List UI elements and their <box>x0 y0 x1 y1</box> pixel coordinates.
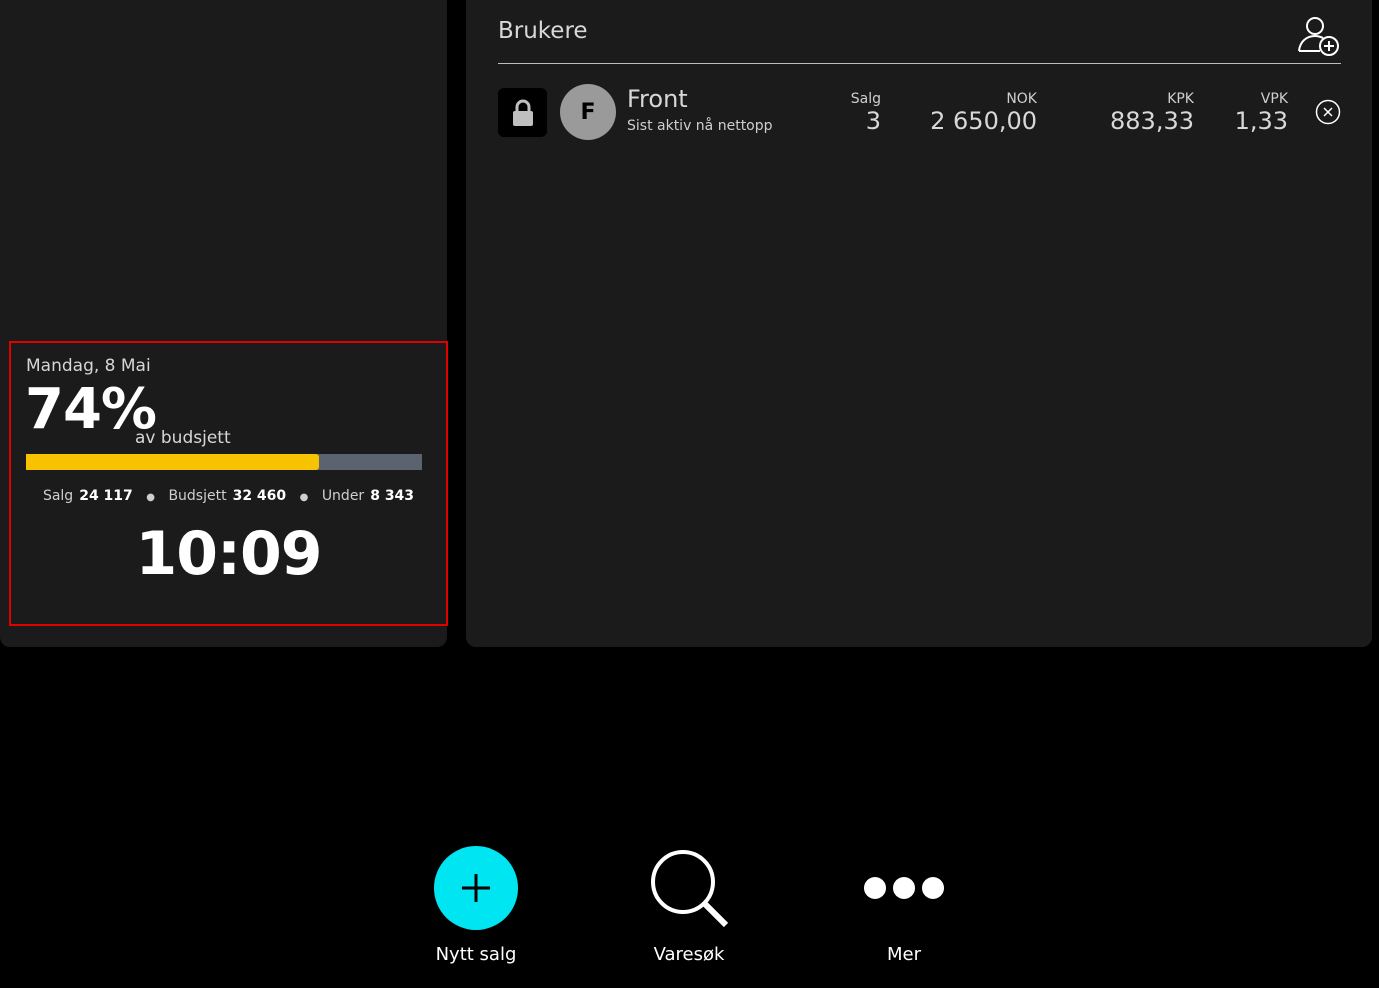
user-nok-value: 2 650,00 <box>930 107 1037 135</box>
add-user-icon <box>1298 17 1339 56</box>
sales-label: Salg <box>42 488 74 504</box>
user-vpk-column: VPK 1,33 <box>1218 91 1288 135</box>
user-vpk-label: VPK <box>1260 91 1288 107</box>
user-sales-column: Salg 3 <box>838 91 881 135</box>
new-sale-button[interactable]: Nytt salg <box>411 846 541 965</box>
budget-date: Mandag, 8 Mai <box>26 356 151 376</box>
users-panel: Brukere F Front Sist aktiv nå nettopp Sa… <box>466 0 1372 647</box>
user-nok-label: NOK <box>1006 91 1037 107</box>
budget-widget: Mandag, 8 Mai 74% av budsjett Salg 24 117… <box>9 341 448 626</box>
user-kpk-value: 883,33 <box>1110 107 1194 135</box>
user-sales-label: Salg <box>850 91 881 107</box>
user-name: Front <box>627 85 688 113</box>
user-nok-column: NOK 2 650,00 <box>918 91 1037 135</box>
add-user-button[interactable] <box>1296 14 1342 58</box>
budget-label: Budsjett <box>168 488 227 504</box>
user-kpk-label: KPK <box>1167 91 1194 107</box>
budget-stats: Salg 24 117 ● Budsjett 32 460 ● Under 8 343 <box>11 488 446 504</box>
budget-value: 32 460 <box>232 488 287 504</box>
sales-value: 24 117 <box>79 488 133 504</box>
under-value: 8 343 <box>370 488 415 504</box>
lock-icon <box>512 99 533 126</box>
lock-user-button[interactable] <box>498 88 547 137</box>
user-row[interactable]: F Front Sist aktiv nå nettopp Salg 3 NOK… <box>498 78 1341 148</box>
user-avatar: F <box>560 84 616 140</box>
more-label: Mer <box>886 944 921 965</box>
user-vpk-value: 1,33 <box>1234 107 1288 135</box>
users-divider <box>498 63 1341 64</box>
budget-percent-label: av budsjett <box>135 428 231 448</box>
user-kpk-column: KPK 883,33 <box>1088 91 1194 135</box>
under-label: Under <box>321 488 365 504</box>
budget-progress-fill <box>26 454 320 470</box>
more-dots-icon <box>862 846 946 930</box>
users-title: Brukere <box>498 18 588 44</box>
search-icon <box>647 846 731 930</box>
separator-dot: ● <box>299 492 309 503</box>
clock: 10:09 <box>135 519 323 589</box>
new-sale-label: Nytt salg <box>435 944 517 965</box>
budget-progress-bar <box>26 454 422 470</box>
close-circle-icon <box>1315 99 1341 125</box>
search-label: Varesøk <box>653 944 725 965</box>
user-sales-value: 3 <box>865 107 881 135</box>
plus-icon <box>434 846 518 930</box>
more-button[interactable]: Mer <box>839 846 969 965</box>
user-last-active: Sist aktiv nå nettopp <box>627 118 773 134</box>
separator-dot: ● <box>146 492 155 503</box>
remove-user-button[interactable] <box>1315 99 1341 125</box>
search-button[interactable]: Varesøk <box>624 846 754 965</box>
